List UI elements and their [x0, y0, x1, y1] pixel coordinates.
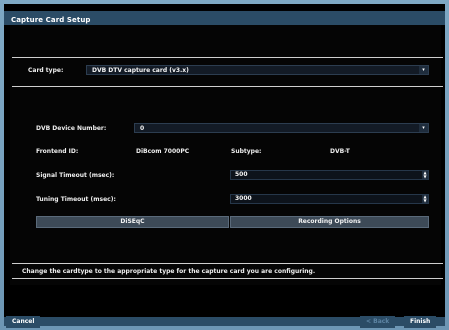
- cancel-button[interactable]: Cancel: [6, 316, 41, 328]
- dvb-device-select[interactable]: 0 ▾: [134, 123, 429, 133]
- help-text: Change the cardtype to the appropriate t…: [12, 263, 443, 279]
- frontend-id-label: Frontend ID:: [36, 148, 79, 155]
- diseqc-button[interactable]: DiSEqC: [36, 216, 229, 228]
- dialog-title: Capture Card Setup: [11, 16, 91, 24]
- signal-timeout-spinbox[interactable]: 500 ▲ ▼: [230, 170, 429, 180]
- subtype-label: Subtype:: [231, 148, 262, 155]
- signal-timeout-label: Signal Timeout (msec):: [36, 172, 115, 179]
- card-type-label: Card type:: [28, 67, 64, 74]
- window-frame: Capture Card Setup Card type: DVB DTV ca…: [0, 0, 449, 330]
- chevron-down-icon[interactable]: ▾: [419, 66, 428, 74]
- frontend-id-value: DiBcom 7000PC: [136, 148, 190, 155]
- chevron-down-icon[interactable]: ▾: [419, 124, 428, 132]
- dialog: Capture Card Setup Card type: DVB DTV ca…: [4, 4, 445, 326]
- card-type-select[interactable]: DVB DTV capture card (v3.x) ▾: [86, 65, 429, 75]
- subtype-value: DVB-T: [330, 148, 350, 155]
- tuning-timeout-spinbox[interactable]: 3000 ▲ ▼: [230, 194, 429, 204]
- tuning-timeout-value: 3000: [235, 195, 252, 202]
- dvb-device-label: DVB Device Number:: [36, 125, 107, 132]
- recording-options-button[interactable]: Recording Options: [230, 216, 429, 228]
- signal-timeout-value: 500: [235, 171, 248, 178]
- finish-button[interactable]: Finish: [404, 316, 437, 328]
- up-down-arrows-icon[interactable]: ▲ ▼: [422, 171, 428, 179]
- dvb-device-value: 0: [140, 125, 145, 132]
- up-down-arrows-icon[interactable]: ▲ ▼: [422, 195, 428, 203]
- tuning-timeout-label: Tuning Timeout (msec):: [36, 196, 116, 203]
- card-type-value: DVB DTV capture card (v3.x): [92, 67, 189, 74]
- back-button[interactable]: < Back: [360, 316, 396, 328]
